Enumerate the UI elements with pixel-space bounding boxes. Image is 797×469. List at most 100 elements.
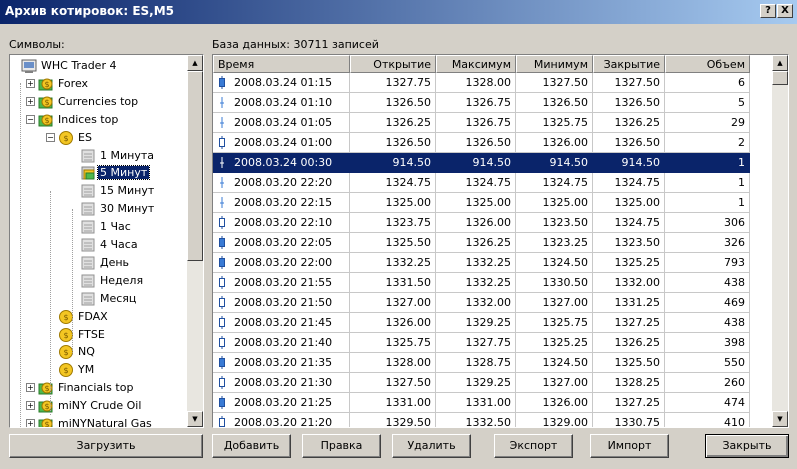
expand-icon[interactable]: + (26, 383, 35, 392)
add-button[interactable]: Добавить (212, 434, 291, 458)
table-cell: 469 (665, 293, 750, 313)
tree-item[interactable]: $ YM (10, 361, 187, 379)
table-row[interactable]: 2008.03.24 01:05 1326.25 1326.75 1325.75 132… (213, 113, 750, 133)
export-button[interactable]: Экспорт (494, 434, 573, 458)
column-header[interactable]: Открытие (350, 55, 436, 73)
table-row[interactable]: 2008.03.20 21:35 1328.00 1328.75 1324.50 132… (213, 353, 750, 373)
tree-item[interactable]: 1 Час (10, 218, 187, 236)
table-cell: 550 (665, 353, 750, 373)
tree-item[interactable]: $ NQ (10, 343, 187, 361)
table-cell: 2008.03.24 01:10 (213, 93, 350, 113)
table-cell: 1327.75 (436, 333, 516, 353)
table-row[interactable]: 2008.03.20 21:40 1325.75 1327.75 1325.25 132… (213, 333, 750, 353)
import-button[interactable]: Импорт (590, 434, 669, 458)
table-cell: 1327.25 (593, 393, 665, 413)
collapse-icon[interactable]: − (46, 133, 55, 142)
column-header[interactable]: Закрытие (593, 55, 665, 73)
candle-bear-icon (219, 136, 225, 149)
table-scrollbar[interactable]: ▲ ▼ (772, 55, 788, 427)
table-cell: 1 (665, 173, 750, 193)
timestamp: 2008.03.24 01:15 (234, 76, 333, 89)
tree-item[interactable]: + $ Forex (10, 75, 187, 93)
table-cell: 1329.25 (436, 373, 516, 393)
table-row[interactable]: 2008.03.20 22:20 1324.75 1324.75 1324.75 132… (213, 173, 750, 193)
table-row[interactable]: 2008.03.20 22:05 1325.50 1326.25 1323.25 132… (213, 233, 750, 253)
scroll-down-icon[interactable]: ▼ (187, 411, 203, 427)
tree-item-label: YM (78, 363, 95, 376)
table-cell: 1325.75 (350, 333, 436, 353)
tree-item[interactable]: 30 Минут (10, 200, 187, 218)
delete-button[interactable]: Удалить (392, 434, 471, 458)
table-row[interactable]: 2008.03.20 22:00 1332.25 1332.25 1324.50 132… (213, 253, 750, 273)
tree-item[interactable]: + $ Financials top (10, 379, 187, 397)
scroll-up-icon[interactable]: ▲ (772, 55, 788, 71)
timestamp: 2008.03.20 21:50 (234, 296, 333, 309)
table-cell: 2008.03.20 21:20 (213, 413, 350, 427)
help-button[interactable]: ? (760, 4, 776, 18)
tree-items: WHC Trader 4 + $ Forex + $ Currencies top − $ Ind… (10, 55, 187, 427)
tree-item[interactable]: 1 Минута (10, 147, 187, 165)
scroll-thumb[interactable] (187, 71, 203, 261)
tree-item[interactable]: − $ Indices top (10, 111, 187, 129)
table-row[interactable]: 2008.03.20 22:15 1325.00 1325.00 1325.00 132… (213, 193, 750, 213)
tree-item[interactable]: День (10, 254, 187, 272)
tree-item[interactable]: $ FTSE (10, 326, 187, 344)
table-row[interactable]: 2008.03.20 21:25 1331.00 1331.00 1326.00 132… (213, 393, 750, 413)
close-button[interactable]: Закрыть (705, 434, 789, 458)
table-cell: 2008.03.20 21:40 (213, 333, 350, 353)
column-header[interactable]: Объем (665, 55, 750, 73)
tree-item[interactable]: $ FDAX (10, 308, 187, 326)
tree-item[interactable]: + $ miNY Crude Oil (10, 397, 187, 415)
tree-item[interactable]: + $ miNYNatural Gas (10, 415, 187, 427)
table-cell: 1326.50 (350, 133, 436, 153)
tree-item[interactable]: Месяц (10, 290, 187, 308)
table-cell: 1331.00 (350, 393, 436, 413)
table-row[interactable]: 2008.03.20 21:45 1326.00 1329.25 1325.75 132… (213, 313, 750, 333)
scroll-down-icon[interactable]: ▼ (772, 411, 788, 427)
table-cell: 2008.03.20 21:35 (213, 353, 350, 373)
timestamp: 2008.03.20 22:10 (234, 216, 333, 229)
expand-icon[interactable]: + (26, 401, 35, 410)
table-cell: 1329.50 (350, 413, 436, 427)
tree-item[interactable]: − $ ES (10, 129, 187, 147)
table-row[interactable]: 2008.03.20 21:55 1331.50 1332.25 1330.50 133… (213, 273, 750, 293)
tree-item[interactable]: Неделя (10, 272, 187, 290)
symbols-tree[interactable]: WHC Trader 4 + $ Forex + $ Currencies top − $ Ind… (9, 54, 204, 428)
timestamp: 2008.03.20 21:45 (234, 316, 333, 329)
table-cell: 1324.75 (436, 173, 516, 193)
table-row[interactable]: 2008.03.24 00:30 914.50 914.50 914.50 914.50… (213, 153, 750, 173)
table-row[interactable]: 2008.03.20 21:30 1327.50 1329.25 1327.00 132… (213, 373, 750, 393)
column-header[interactable]: Минимум (516, 55, 593, 73)
expand-icon[interactable]: + (26, 419, 35, 427)
tree-item[interactable]: + $ Currencies top (10, 93, 187, 111)
tree-item[interactable]: 4 Часа (10, 236, 187, 254)
tree-item-label: День (100, 256, 130, 269)
table-cell: 793 (665, 253, 750, 273)
database-count-label: База данных: 30711 записей (212, 38, 379, 51)
tree-item[interactable]: WHC Trader 4 (10, 57, 187, 75)
table-row[interactable]: 2008.03.20 21:50 1327.00 1332.00 1327.00 133… (213, 293, 750, 313)
scroll-up-icon[interactable]: ▲ (187, 55, 203, 71)
tree-item-label: Forex (58, 77, 89, 90)
load-button[interactable]: Загрузить (9, 434, 203, 458)
edit-button[interactable]: Правка (302, 434, 381, 458)
tree-item-label: miNYNatural Gas (58, 417, 152, 427)
close-window-button[interactable]: X (777, 4, 793, 18)
scroll-thumb[interactable] (772, 71, 788, 85)
table-cell: 2 (665, 133, 750, 153)
table-row[interactable]: 2008.03.24 01:10 1326.50 1326.75 1326.50 132… (213, 93, 750, 113)
tree-item[interactable]: 15 Минут (10, 182, 187, 200)
table-row[interactable]: 2008.03.24 01:00 1326.50 1326.50 1326.00 132… (213, 133, 750, 153)
table-row[interactable]: 2008.03.24 01:15 1327.75 1328.00 1327.50 132… (213, 73, 750, 93)
quotes-table[interactable]: Время Открытие Максимум Минимум Закрытие Объе… (212, 54, 789, 428)
table-row[interactable]: 2008.03.20 22:10 1323.75 1326.00 1323.50 132… (213, 213, 750, 233)
column-header[interactable]: Максимум (436, 55, 516, 73)
tree-scrollbar[interactable]: ▲ ▼ (187, 55, 203, 427)
expand-icon[interactable]: + (26, 97, 35, 106)
column-header[interactable]: Время (213, 55, 350, 73)
table-row[interactable]: 2008.03.20 21:20 1329.50 1332.50 1329.00 133… (213, 413, 750, 427)
collapse-icon[interactable]: − (26, 115, 35, 124)
tree-item-label: 5 Минут (96, 165, 151, 180)
expand-icon[interactable]: + (26, 79, 35, 88)
tree-item[interactable]: 5 Минут (10, 164, 187, 182)
